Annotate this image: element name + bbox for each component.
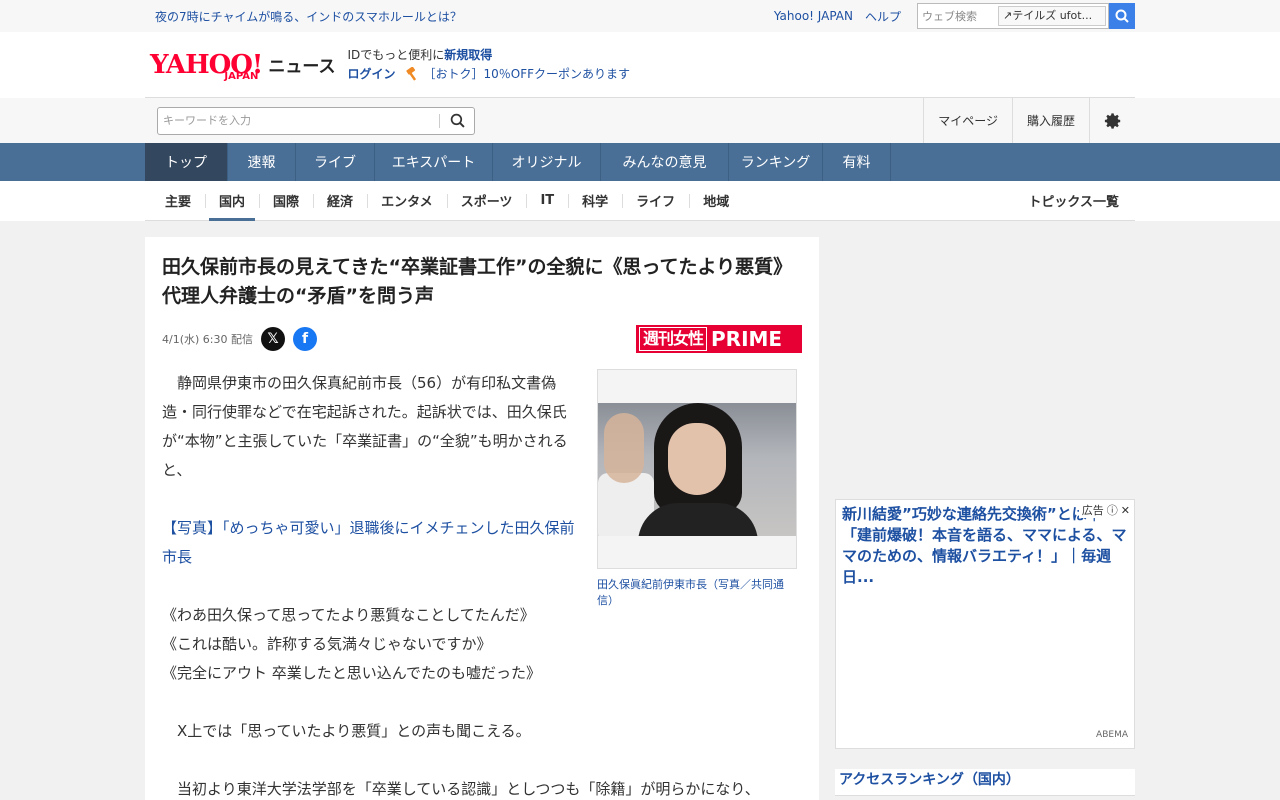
sub-nav-item[interactable]: 経済 <box>313 181 367 221</box>
hammer-icon <box>405 67 416 81</box>
search-icon <box>1115 9 1129 23</box>
web-search-button[interactable] <box>1109 3 1135 29</box>
yahoo-news-logo[interactable]: YAHOO! JAPAN ニュース <box>145 51 336 82</box>
web-search-suggest-tag[interactable]: ↗テイルズ ufot... <box>998 6 1106 26</box>
photo-link[interactable]: 【写真】「めっちゃ可愛い」退職後にイメチェンした田久保前市長 <box>162 519 575 566</box>
main-nav-item[interactable]: エキスパート <box>375 143 493 181</box>
login-box: IDでもっと便利に新規取得 ログイン ［おトク］10％OFFクーポンあります <box>347 46 631 84</box>
settings-button[interactable] <box>1089 98 1135 143</box>
search-icon <box>450 113 465 128</box>
article-quote: 《完全にアウト 卒業したと思い込んでたのも嘘だった》 <box>162 664 542 682</box>
arrow-icon: ↗ <box>1003 9 1013 22</box>
article-paragraph: X上では「思っていたより悪質」との声も聞こえる。 <box>162 722 531 740</box>
ad-label-text: 広告 <box>1081 504 1104 517</box>
top-headline-link[interactable]: 夜の7時にチャイムが鳴る、インドのスマホルールとは？ <box>145 8 462 25</box>
source-logo[interactable]: 週刊女性 PRIME <box>636 325 802 353</box>
article-photo-link[interactable] <box>597 369 797 569</box>
mypage-link[interactable]: マイページ <box>923 98 1012 143</box>
login-promo-text: IDでもっと便利に <box>347 47 445 62</box>
article-text: 静岡県伊東市の田久保真紀前市長（56）が有印私文書偽造・同行使罪などで在宅起訴さ… <box>162 369 760 800</box>
top-right-links: Yahoo! JAPAN ヘルプ ウェブ検索 ↗テイルズ ufot... <box>774 3 1135 29</box>
sub-nav-item[interactable]: 主要 <box>145 181 205 221</box>
web-search-input[interactable]: ウェブ検索 ↗テイルズ ufot... <box>917 3 1109 29</box>
logo-row: YAHOO! JAPAN ニュース IDでもっと便利に新規取得 ログイン ［おトク… <box>0 32 1280 98</box>
keyword-search-input[interactable]: キーワードを入力 <box>157 106 475 135</box>
topics-list-link[interactable]: トピックス一覧 <box>1028 191 1135 210</box>
ad-source: ABEMA <box>1096 730 1128 740</box>
article-paragraph: 静岡県伊東市の田久保真紀前市長（56）が有印私文書偽造・同行使罪などで在宅起訴さ… <box>162 374 568 479</box>
sub-nav-item[interactable]: 国際 <box>259 181 313 221</box>
purchase-history-link[interactable]: 購入履歴 <box>1011 98 1089 143</box>
share-buttons: 𝕏 f <box>260 327 325 351</box>
logo-yahoo: YAHOO! JAPAN <box>150 51 263 82</box>
main-nav: トップ 速報 ライブ エキスパート オリジナル みんなの意見 ランキング 有料 <box>0 143 1280 181</box>
help-link[interactable]: ヘルプ <box>865 8 901 25</box>
article-quote: 《これは酷い。詐称する気満々じゃないですか》 <box>162 635 492 653</box>
ad-label[interactable]: 広告 ⓘ ✕ <box>1078 502 1130 518</box>
main-nav-item[interactable]: 有料 <box>823 143 891 181</box>
facebook-share-button[interactable]: f <box>292 327 317 351</box>
article-headline: 田久保前市長の見えてきた“卒業証書工作”の全貌に《思ってたより悪質》代理人弁護士… <box>162 256 793 307</box>
keyword-search-placeholder: キーワードを入力 <box>158 113 440 128</box>
article: 田久保前市長の見えてきた“卒業証書工作”の全貌に《思ってたより悪質》代理人弁護士… <box>145 237 819 800</box>
ranking-title[interactable]: アクセスランキング（国内） <box>835 769 1135 796</box>
article-date: 4/1(水) 6:30 配信 <box>162 333 253 346</box>
sub-nav-item[interactable]: エンタメ <box>367 181 447 221</box>
sub-nav-item[interactable]: IT <box>526 181 568 221</box>
sub-nav-item[interactable]: ライフ <box>622 181 689 221</box>
sub-nav: 主要 国内 国際 経済 エンタメ スポーツ IT 科学 ライフ 地域 トピックス一覧 <box>0 181 1280 221</box>
keyword-search-button[interactable] <box>440 113 474 128</box>
my-menu: マイページ 購入履歴 <box>923 98 1135 143</box>
facebook-icon: f <box>301 331 309 347</box>
close-icon[interactable]: ✕ <box>1121 504 1130 517</box>
sub-nav-item[interactable]: 地域 <box>689 181 743 221</box>
main-nav-item[interactable]: ランキング <box>729 143 823 181</box>
article-meta: 4/1(水) 6:30 配信 𝕏 f 週刊女性 PRIME <box>162 325 802 353</box>
source-logo-en: PRIME <box>711 327 783 351</box>
sub-nav-item[interactable]: スポーツ <box>446 181 527 221</box>
web-search-placeholder: ウェブ検索 <box>922 10 977 23</box>
article-photo <box>598 402 796 536</box>
coupon-link[interactable]: ［おトク］10％OFFクーポンあります <box>424 65 631 84</box>
logo-news: ニュース <box>268 56 336 77</box>
info-icon: ⓘ <box>1106 504 1118 517</box>
web-search-tag-label: テイルズ ufot... <box>1012 9 1093 22</box>
main-nav-item[interactable]: トップ <box>145 143 228 181</box>
ad-box[interactable]: 広告 ⓘ ✕ 新川結愛”巧妙な連絡先交換術”とは｜「建前爆破！本音を語る、ママに… <box>835 499 1135 749</box>
sub-nav-item[interactable]: 科学 <box>568 181 622 221</box>
x-share-button[interactable]: 𝕏 <box>260 327 285 351</box>
article-photo-column: 田久保眞紀前伊東市長（写真／共同通信） <box>597 369 797 800</box>
login-link[interactable]: ログイン <box>348 65 396 84</box>
sidebar: 広告 ⓘ ✕ 新川結愛”巧妙な連絡先交換術”とは｜「建前爆破！本音を語る、ママに… <box>835 237 1135 800</box>
main-nav-item[interactable]: オリジナル <box>493 143 601 181</box>
sub-nav-item[interactable]: 国内 <box>205 181 259 221</box>
topbar: 夜の7時にチャイムが鳴る、インドのスマホルールとは？ Yahoo! JAPAN … <box>0 0 1280 32</box>
content: 田久保前市長の見えてきた“卒業証書工作”の全貌に《思ってたより悪質》代理人弁護士… <box>145 237 1135 800</box>
main-nav-item[interactable]: ライブ <box>296 143 375 181</box>
article-body: 静岡県伊東市の田久保真紀前市長（56）が有印私文書偽造・同行使罪などで在宅起訴さ… <box>162 369 802 800</box>
logo-japan: JAPAN <box>224 70 259 82</box>
signup-link[interactable]: 新規取得 <box>444 48 492 62</box>
source-logo-jp: 週刊女性 <box>639 327 708 351</box>
article-quote: 《わあ田久保って思ってたより悪質なことしてたんだ》 <box>162 606 535 624</box>
main-nav-item[interactable]: 速報 <box>228 143 296 181</box>
gear-icon <box>1104 112 1120 129</box>
x-icon: 𝕏 <box>267 331 279 347</box>
search-row: キーワードを入力 マイページ 購入履歴 <box>0 98 1280 143</box>
yahoo-japan-link[interactable]: Yahoo! JAPAN <box>774 9 853 23</box>
photo-caption[interactable]: 田久保眞紀前伊東市長（写真／共同通信） <box>597 577 797 609</box>
page-header: 夜の7時にチャイムが鳴る、インドのスマホルールとは？ Yahoo! JAPAN … <box>0 0 1280 221</box>
main-nav-item[interactable]: みんなの意見 <box>601 143 729 181</box>
